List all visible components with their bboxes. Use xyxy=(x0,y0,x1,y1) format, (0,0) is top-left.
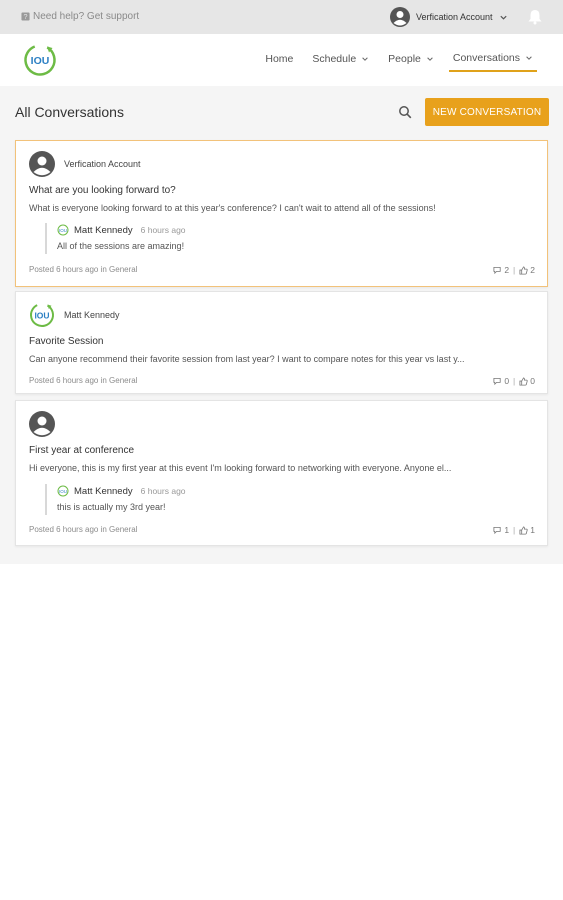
conversation-card[interactable]: First year at conference Hi everyone, th… xyxy=(15,400,548,546)
post-body: Can anyone recommend their favorite sess… xyxy=(29,354,465,364)
post-meta: Posted 6 hours ago in General xyxy=(29,265,138,274)
user-avatar-icon xyxy=(29,151,55,177)
nav-home-label: Home xyxy=(265,53,294,65)
conversation-card[interactable]: IOU Matt Kennedy Favorite Session Can an… xyxy=(15,291,548,394)
svg-text:IOU: IOU xyxy=(59,228,67,233)
user-avatar-icon xyxy=(390,7,410,27)
help-text: Need help? Get support xyxy=(33,11,140,22)
support-bar: ? Need help? Get support Verfication Acc… xyxy=(0,0,563,34)
nav-schedule-label: Schedule xyxy=(312,53,357,65)
comment-count: 2 xyxy=(504,265,510,275)
logo-text: IOU xyxy=(31,55,50,67)
like-count: 0 xyxy=(530,376,535,386)
comment-count: 1 xyxy=(504,525,510,535)
reply-text: All of the sessions are amazing! xyxy=(57,241,185,251)
iou-logo-icon: IOU xyxy=(57,224,69,236)
post-body: Hi everyone, this is my first year at th… xyxy=(29,463,452,473)
like-icon[interactable] xyxy=(519,265,528,275)
author-name: Matt Kennedy xyxy=(64,310,120,320)
nav-conversations-label: Conversations xyxy=(452,52,520,64)
conversations-page: All Conversations NEW CONVERSATION Verfi… xyxy=(0,86,563,564)
comment-icon xyxy=(493,266,501,274)
nav-item-schedule[interactable]: Schedule xyxy=(312,53,369,71)
like-icon[interactable] xyxy=(519,525,528,535)
main-nav-bar: IOU Home Schedule People Conversations xyxy=(0,34,563,86)
account-name: Verfication Account xyxy=(416,12,493,22)
notification-bell-icon[interactable] xyxy=(528,9,542,25)
help-icon: ? xyxy=(21,12,30,21)
author-name: Verfication Account xyxy=(64,159,141,169)
post-title: Favorite Session xyxy=(29,336,104,347)
post-stats: 0 | 0 xyxy=(493,376,535,386)
comment-icon xyxy=(493,526,501,534)
reply-text: this is actually my 3rd year! xyxy=(57,502,166,512)
nav-item-conversations[interactable]: Conversations xyxy=(448,52,537,72)
post-meta: Posted 6 hours ago in General xyxy=(29,525,138,534)
svg-text:IOU: IOU xyxy=(59,489,67,494)
reply-preview: IOU Matt Kennedy 6 hours ago this is act… xyxy=(45,484,186,515)
post-author: IOU Matt Kennedy xyxy=(29,302,120,328)
post-title: What are you looking forward to? xyxy=(29,185,176,196)
iou-logo[interactable]: IOU xyxy=(23,43,57,77)
like-icon[interactable] xyxy=(519,376,528,386)
new-conversation-button[interactable]: NEW CONVERSATION xyxy=(425,98,549,126)
reply-author: Matt Kennedy xyxy=(74,485,133,497)
iou-logo-avatar-icon: IOU xyxy=(30,303,54,327)
post-meta: Posted 6 hours ago in General xyxy=(29,376,138,385)
reply-time: 6 hours ago xyxy=(140,225,186,235)
svg-text:?: ? xyxy=(24,12,28,21)
post-body: What is everyone looking forward to at t… xyxy=(29,203,436,213)
post-stats: 1 | 1 xyxy=(493,525,535,535)
like-count: 1 xyxy=(530,525,535,535)
chevron-down-icon xyxy=(499,15,507,20)
account-menu[interactable]: Verfication Account xyxy=(390,7,508,27)
post-title: First year at conference xyxy=(29,445,135,456)
post-author xyxy=(29,411,64,437)
help-link[interactable]: ? Need help? Get support xyxy=(21,11,139,22)
nav-item-home[interactable]: Home xyxy=(265,53,293,71)
post-stats: 2 | 2 xyxy=(493,265,535,275)
search-icon[interactable] xyxy=(398,105,412,119)
nav-menu: Home Schedule People Conversations xyxy=(246,52,537,72)
reply-preview: IOU Matt Kennedy 6 hours ago All of the … xyxy=(45,223,186,254)
nav-people-label: People xyxy=(388,53,421,65)
comment-count: 0 xyxy=(504,376,510,386)
svg-text:IOU: IOU xyxy=(34,311,49,321)
page-title: All Conversations xyxy=(15,104,124,120)
chevron-down-icon xyxy=(362,57,368,61)
nav-item-people[interactable]: People xyxy=(388,53,434,71)
conversation-card[interactable]: Verfication Account What are you looking… xyxy=(15,140,548,287)
like-count: 2 xyxy=(530,265,535,275)
chevron-down-icon xyxy=(427,57,433,61)
iou-logo-icon: IOU xyxy=(57,485,69,497)
reply-author: Matt Kennedy xyxy=(74,224,133,236)
user-avatar-icon xyxy=(29,411,55,437)
chevron-down-icon xyxy=(526,56,532,60)
reply-time: 6 hours ago xyxy=(140,486,186,496)
post-author: Verfication Account xyxy=(29,151,141,177)
comment-icon xyxy=(493,377,501,385)
